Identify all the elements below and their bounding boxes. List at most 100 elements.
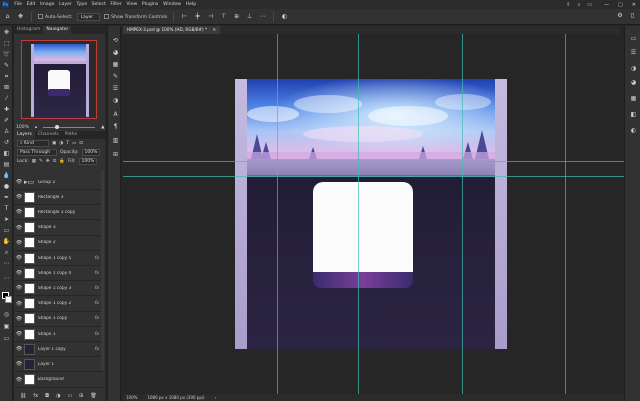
artboard-icon[interactable]: ▭	[2, 334, 11, 343]
layer-filter-dropdown[interactable]: ⌕ Kind	[17, 140, 49, 147]
history-brush-icon[interactable]: ↺	[2, 138, 11, 147]
opacity-input[interactable]: 100%	[81, 149, 101, 156]
move-tool-icon[interactable]: ✥	[16, 12, 25, 21]
tab-paths[interactable]: Paths	[62, 131, 80, 139]
link-layers-icon[interactable]: ⛓	[20, 393, 26, 399]
history-panel-icon[interactable]: ⟲	[111, 36, 120, 45]
layer-row[interactable]: 👁 Shape 1 fx	[14, 327, 103, 342]
filter-pixel-icon[interactable]: ▣	[52, 141, 56, 146]
stamp-tool-icon[interactable]: ♙	[2, 127, 11, 136]
quick-select-icon[interactable]: ✎	[2, 61, 11, 70]
gradient-tool-icon[interactable]: ▤	[2, 160, 11, 169]
3d-mode-icon[interactable]: ◐	[280, 12, 289, 21]
screen-mode-icon[interactable]: ▣	[2, 322, 11, 331]
share-icon[interactable]: ⇪	[566, 2, 570, 8]
paragraph-panel-icon[interactable]: ¶	[111, 122, 120, 131]
filter-adjust-icon[interactable]: ◑	[59, 141, 63, 146]
menu-file[interactable]: File	[12, 2, 24, 7]
navigator-zoom-value[interactable]: 100%	[16, 125, 29, 130]
layer-fx-badge[interactable]: fx	[95, 332, 99, 337]
settings-icon[interactable]: ⚙	[617, 12, 622, 19]
layer-row[interactable]: 👁 ▸▭ Group 2	[14, 175, 103, 190]
hand-tool-icon[interactable]: ✋	[2, 237, 11, 246]
add-mask-icon[interactable]: ◘	[45, 393, 49, 399]
lasso-tool-icon[interactable]: ➰	[2, 50, 11, 59]
menu-layer[interactable]: Layer	[57, 2, 74, 7]
new-group-icon[interactable]: ▭	[67, 393, 72, 399]
align-center-icon[interactable]: ╪	[193, 12, 202, 21]
frame-tool-icon[interactable]: ⊠	[2, 83, 11, 92]
lock-all-icon[interactable]: 🔒	[59, 159, 65, 164]
edit-toolbar-icon[interactable]: ⋯	[2, 274, 11, 283]
move-tool-icon[interactable]: ✥	[2, 28, 11, 37]
layer-row[interactable]: 👁 Layer 1	[14, 357, 103, 373]
layer-row[interactable]: 👁 Layer 1 copy fx	[14, 342, 103, 358]
align-right-icon[interactable]: ⊣	[206, 12, 215, 21]
lock-paint-icon[interactable]: ✎	[39, 159, 43, 164]
crop-tool-icon[interactable]: ⌗	[2, 72, 11, 81]
layer-fx-badge[interactable]: fx	[95, 256, 99, 261]
zoom-tool-icon[interactable]: ⌕	[2, 248, 11, 257]
menu-window[interactable]: Window	[161, 2, 184, 7]
align-middle-icon[interactable]: ⊕	[232, 12, 241, 21]
brush-tool-icon[interactable]: ✐	[2, 116, 11, 125]
color-icon[interactable]: ◕	[629, 78, 638, 87]
layer-fx-badge[interactable]: fx	[95, 286, 99, 291]
quick-mask-icon[interactable]: ◎	[2, 310, 11, 319]
filter-smart-icon[interactable]: ⊡	[79, 141, 83, 146]
menu-view[interactable]: View	[124, 2, 140, 7]
blend-mode-dropdown[interactable]: Pass Through	[17, 149, 57, 156]
delete-layer-icon[interactable]: 🗑	[90, 393, 96, 399]
menu-plugins[interactable]: Plugins	[140, 2, 161, 7]
visibility-eye-icon[interactable]: 👁	[14, 301, 24, 307]
visibility-eye-icon[interactable]: 👁	[14, 285, 24, 291]
home-icon[interactable]: ⌂	[3, 12, 12, 21]
dodge-tool-icon[interactable]: ●	[2, 182, 11, 191]
filter-shape-icon[interactable]: ▭	[72, 141, 76, 146]
layer-row[interactable]: 👁 Shape 1 copy 4 fx	[14, 266, 103, 282]
align-left-icon[interactable]: ⊢	[180, 12, 189, 21]
visibility-eye-icon[interactable]: 👁	[14, 270, 24, 276]
layer-row[interactable]: 👁 Shape 1 copy 2 fx	[14, 297, 103, 312]
layer-row[interactable]: 👁 Shape 1 copy 5 fx	[14, 251, 103, 266]
path-select-icon[interactable]: ➤	[2, 215, 11, 224]
more-tools-icon[interactable]: ⋯	[2, 259, 11, 268]
filter-type-icon[interactable]: T	[66, 141, 69, 146]
document-canvas[interactable]	[123, 34, 624, 394]
swatches-panel-icon[interactable]: ▦	[111, 60, 120, 69]
navigator-zoom-slider[interactable]	[43, 124, 96, 129]
healing-brush-icon[interactable]: ✚	[2, 105, 11, 114]
visibility-eye-icon[interactable]: 👁	[14, 179, 24, 185]
new-layer-icon[interactable]: ⊞	[79, 393, 83, 399]
transform-controls-checkbox[interactable]: Show Transform Controls	[104, 13, 167, 20]
menu-image[interactable]: Image	[38, 2, 57, 7]
layers-scrollbar[interactable]	[101, 170, 104, 370]
libraries-panel-icon[interactable]: ▥	[111, 136, 120, 145]
tab-channels[interactable]: Channels	[35, 131, 62, 139]
gradients-icon[interactable]: ◐	[629, 126, 638, 135]
layer-row[interactable]: 👁 Rectangle 3	[14, 190, 103, 206]
zoom-level[interactable]: 100%	[126, 395, 137, 400]
visibility-eye-icon[interactable]: 👁	[14, 255, 24, 261]
glyphs-panel-icon[interactable]: ⊞	[111, 150, 120, 159]
swatch-icon[interactable]: ▦	[629, 94, 638, 103]
tab-navigator[interactable]: Navigator	[43, 26, 72, 34]
align-bottom-icon[interactable]: ⊥	[245, 12, 254, 21]
eraser-tool-icon[interactable]: ◧	[2, 149, 11, 158]
background-color-swatch[interactable]	[5, 296, 12, 303]
menu-filter[interactable]: Filter	[108, 2, 124, 7]
maximize-button[interactable]: ▢	[618, 2, 623, 8]
status-arrow-icon[interactable]: ›	[215, 395, 217, 400]
layer-row[interactable]: 👁 Rectangle 3 copy	[14, 205, 103, 221]
visibility-eye-icon[interactable]: 👁	[14, 194, 24, 200]
eyedropper-icon[interactable]: ⁄	[2, 94, 11, 103]
layer-row[interactable]: 👁 Background	[14, 373, 103, 388]
menu-type[interactable]: Type	[74, 2, 89, 7]
brush-panel-icon[interactable]: ✎	[111, 72, 120, 81]
layer-fx-badge[interactable]: fx	[95, 301, 99, 306]
close-button[interactable]: ✕	[632, 2, 636, 8]
lock-move-icon[interactable]: ✥	[46, 159, 50, 164]
blur-tool-icon[interactable]: 💧	[2, 171, 11, 180]
menu-help[interactable]: Help	[183, 2, 198, 7]
auto-select-checkbox[interactable]: Auto-Select:	[38, 13, 73, 20]
